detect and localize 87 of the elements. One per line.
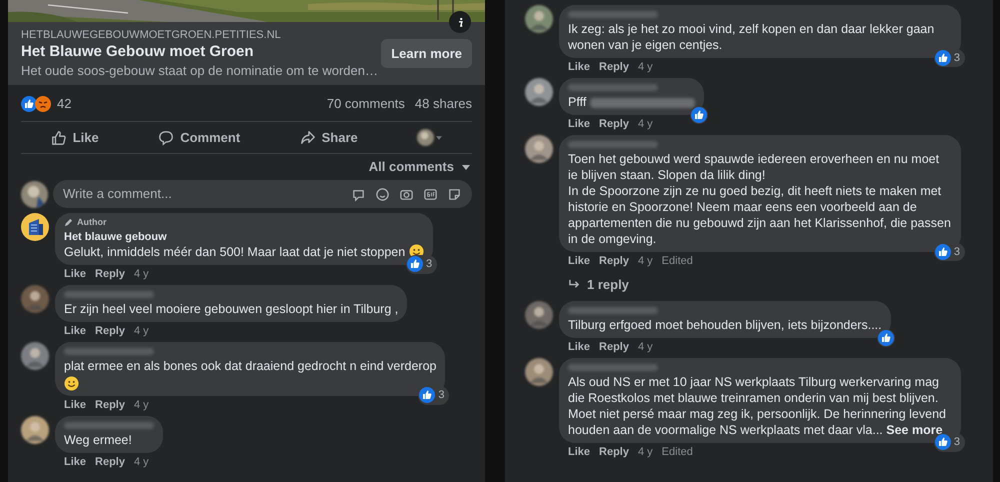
comment-input-field[interactable]: Write a comment...	[53, 180, 472, 208]
share-button[interactable]: Share	[300, 128, 358, 148]
avatar[interactable]	[525, 78, 553, 106]
thumbs-up-icon	[691, 107, 708, 123]
avatar[interactable]	[525, 358, 553, 386]
reaction-badge[interactable]: 3	[934, 433, 965, 452]
comment-action-link[interactable]: Like	[568, 255, 590, 268]
comment-time[interactable]: 4 y	[134, 324, 149, 338]
comment-action-link[interactable]: Like	[568, 340, 590, 354]
reaction-badge[interactable]: 3	[934, 48, 965, 67]
thumbs-up-icon	[21, 96, 37, 112]
comment-text: Weg ermee!	[64, 432, 133, 448]
comment-action-link[interactable]: Like	[64, 324, 86, 338]
comment-action-link[interactable]: Reply	[599, 61, 629, 74]
caret-icon	[462, 164, 470, 170]
caret-icon	[436, 136, 442, 140]
comment-action-link[interactable]: Like	[64, 456, 86, 468]
edited-label: Edited	[662, 255, 693, 268]
comment-text: Er zijn heel veel mooiere gebouwen gesloopt hier in Tilburg ,	[64, 300, 398, 316]
shares-count-link[interactable]: 48 shares	[414, 94, 472, 114]
speech-bubble-icon	[158, 130, 174, 146]
thumbs-up-icon	[50, 130, 67, 146]
comment-time[interactable]: 4 y	[638, 61, 653, 74]
comment-time[interactable]: 4 y	[134, 268, 149, 280]
comment-text: Pfff	[568, 94, 696, 110]
comment-text: Tilburg erfgoed moet behouden blijven, iets bijzonders....	[568, 316, 882, 332]
link-preview-card[interactable]: HETBLAUWEGEBOUWMOETGROEN.PETITIES.NL Het Blauwe Gebouw moet Groen Het oude soos-gebouw staat op de nominatie om te worden… Learn more	[8, 22, 485, 85]
comment-action-link[interactable]: Reply	[95, 268, 125, 280]
comment-time[interactable]: 4 y	[638, 340, 653, 354]
comment-action-link[interactable]: Like	[568, 446, 590, 458]
comment-action-link[interactable]: Reply	[599, 118, 629, 131]
comment-action-link[interactable]: Like	[64, 398, 86, 412]
comment-author[interactable]: Het blauwe gebouw	[64, 230, 424, 244]
comment-action-link[interactable]: Like	[568, 118, 590, 131]
comment-time[interactable]: 4 y	[134, 398, 149, 412]
link-title: Het Blauwe Gebouw moet Groen	[21, 42, 255, 62]
avatar[interactable]	[21, 342, 49, 370]
author-label: Author	[77, 216, 106, 229]
thumbs-up-icon	[934, 50, 951, 66]
building-avatar-icon	[21, 213, 49, 241]
comment-action-link[interactable]: Reply	[599, 255, 629, 268]
pencil-icon	[64, 218, 73, 228]
smiley-icon[interactable]	[375, 186, 390, 202]
link-domain: HETBLAUWEGEBOUWMOETGROEN.PETITIES.NL	[21, 28, 282, 42]
thumbs-up-icon	[934, 434, 951, 450]
comments-count-link[interactable]: 70 comments	[326, 94, 405, 114]
info-icon	[456, 16, 464, 28]
avatar	[21, 180, 48, 208]
replies-link[interactable]: 1 reply	[559, 272, 961, 300]
comment-action-link[interactable]: Reply	[95, 324, 125, 338]
comment-action-link[interactable]: Reply	[599, 340, 629, 354]
comment-action-link[interactable]: Like	[64, 268, 86, 280]
angry-face-icon	[35, 96, 51, 112]
comment-action-link[interactable]: Reply	[599, 446, 629, 458]
comment-filter-dropdown[interactable]: All comments	[368, 157, 472, 177]
thumbs-up-icon	[407, 256, 424, 272]
gif-icon[interactable]	[423, 186, 438, 202]
comment-button[interactable]: Comment	[158, 128, 240, 148]
reaction-count[interactable]: 42	[57, 94, 72, 114]
audience-selector[interactable]	[417, 129, 442, 146]
avatar[interactable]	[525, 300, 553, 328]
comment-action-link[interactable]: Reply	[95, 456, 125, 468]
comment-text: Ik zeg: als je het zo mooi vind, zelf kopen en dan daar lekker gaan wonen van je eigen centjes.	[568, 21, 936, 53]
reaction-badge[interactable]: 3	[418, 386, 450, 404]
comment-time[interactable]: 4 y	[638, 446, 653, 458]
avatar[interactable]	[21, 284, 49, 312]
avatar[interactable]	[525, 5, 553, 33]
reaction-badge[interactable]: 3	[934, 242, 965, 261]
learn-more-button[interactable]: Learn more	[381, 39, 472, 68]
avatar[interactable]	[21, 416, 49, 444]
reaction-badge[interactable]: 3	[406, 255, 438, 274]
comment-time[interactable]: 4 y	[134, 456, 149, 468]
reaction-badge[interactable]	[690, 106, 708, 124]
edited-label: Edited	[662, 446, 693, 458]
comment-time[interactable]: 4 y	[638, 255, 653, 268]
avatar	[417, 129, 434, 146]
like-button[interactable]: Like	[50, 128, 99, 148]
sticker-icon[interactable]	[447, 186, 462, 202]
avatar[interactable]	[525, 135, 553, 163]
thumbs-up-icon	[934, 244, 951, 260]
comment-action-link[interactable]: Like	[568, 61, 590, 74]
share-arrow-icon	[300, 130, 316, 146]
thumbs-up-icon	[419, 387, 436, 404]
comment-action-link[interactable]: Reply	[95, 398, 125, 412]
link-description: Het oude soos-gebouw staat op de nominatie om te worden…	[21, 62, 378, 79]
reply-arrow-icon	[568, 279, 581, 290]
comment-time[interactable]: 4 y	[638, 118, 653, 131]
